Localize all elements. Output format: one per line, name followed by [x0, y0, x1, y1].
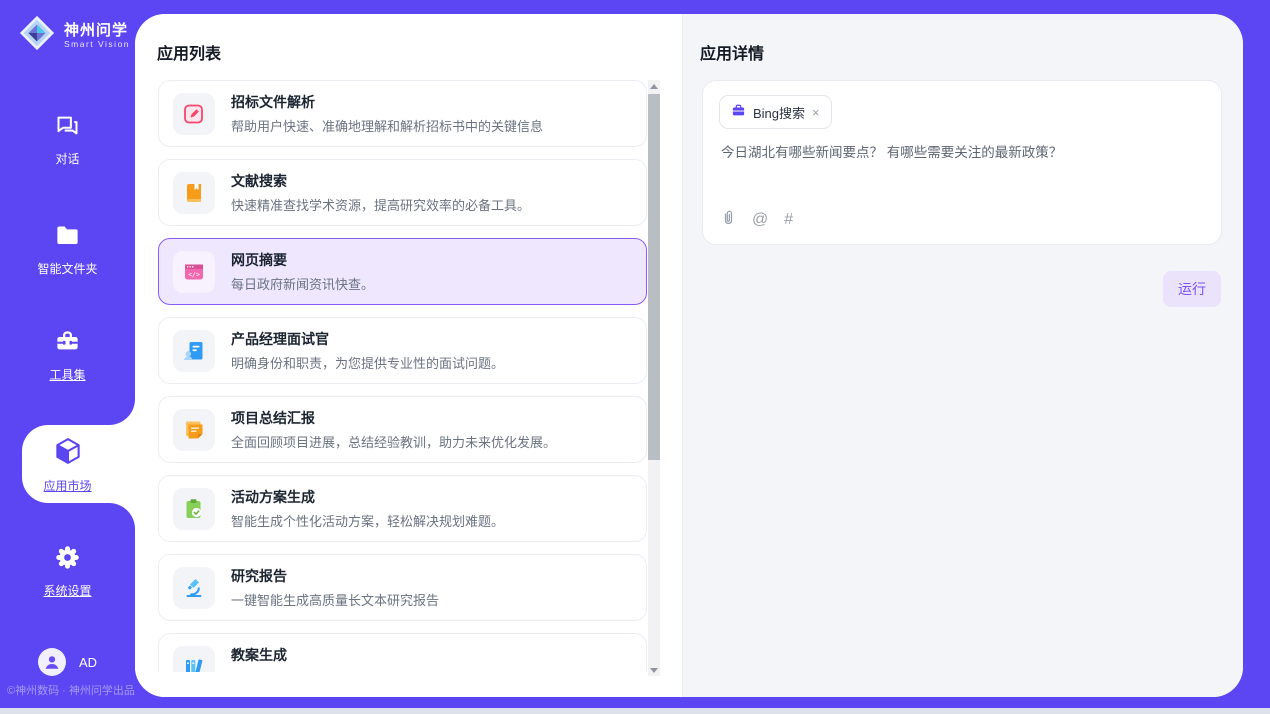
app-card-desc: 一键智能生成高质量长文本研究报告 — [231, 590, 439, 609]
logo-subtitle: Smart Vision — [64, 39, 130, 50]
app-logo: 神州问学 Smart Vision — [18, 14, 130, 57]
app-window: 神州问学 Smart Vision 对话 — [0, 0, 1270, 714]
toolbox-icon — [54, 328, 81, 360]
sidebar-item-toolset[interactable]: 工具集 — [0, 328, 135, 383]
logo-title: 神州问学 — [64, 22, 130, 39]
app-detail-title: 应用详情 — [700, 40, 764, 64]
app-list-panel: 应用列表 招标文件解析 帮助用户快速、准确地理解和解析招标书中的关键信息 — [135, 14, 683, 697]
attachment-icon[interactable] — [721, 209, 736, 231]
sidebar-item-label: 工具集 — [49, 366, 85, 383]
microscope-icon — [173, 567, 215, 609]
avatar-icon — [43, 653, 61, 671]
prompt-card: Bing搜索 × 今日湖北有哪些新闻要点？ 有哪些需要关注的最新政策？ @ # — [702, 80, 1222, 245]
sidebar-item-chat[interactable]: 对话 — [0, 112, 135, 167]
app-card-desc: 模板驱动，教案秒成，教学准备从此轻松快捷 — [231, 669, 491, 672]
app-list-title: 应用列表 — [157, 40, 221, 64]
mention-icon[interactable]: @ — [752, 211, 768, 229]
sidebar-item-label: 应用市场 — [43, 477, 91, 494]
sidebar: 神州问学 Smart Vision 对话 — [0, 0, 135, 714]
copyright-text: ©神州数码 · 神州问学出品 — [7, 682, 135, 698]
app-card-project-summary[interactable]: 项目总结汇报 全面回顾项目进展，总结经验教训，助力未来优化发展。 — [158, 396, 647, 463]
briefcase-icon — [731, 103, 746, 121]
scrollbar-up-arrow[interactable] — [648, 80, 660, 92]
app-card-literature-search[interactable]: 文献搜索 快速精准查找学术资源，提高研究效率的必备工具。 — [158, 159, 647, 226]
scrollbar-thumb[interactable] — [648, 94, 660, 460]
document-person-icon — [173, 330, 215, 372]
cube-icon — [53, 436, 83, 471]
app-card-title: 网页摘要 — [231, 250, 374, 270]
tool-chip-label: Bing搜索 — [753, 103, 805, 122]
gem-logo-icon — [18, 14, 56, 57]
user-name: AD — [79, 655, 97, 670]
app-card-desc: 全面回顾项目进展，总结经验教训，助力未来优化发展。 — [231, 432, 556, 451]
app-card-pm-interviewer[interactable]: 产品经理面试官 明确身份和职责，为您提供专业性的面试问题。 — [158, 317, 647, 384]
scrollbar-down-arrow[interactable] — [648, 664, 660, 676]
window-bottom-edge — [0, 708, 1270, 714]
app-card-desc: 明确身份和职责，为您提供专业性的面试问题。 — [231, 353, 504, 372]
gear-icon — [54, 544, 81, 576]
app-card-title: 研究报告 — [231, 566, 439, 586]
svg-text:</>: </> — [188, 270, 200, 278]
app-card-title: 活动方案生成 — [231, 487, 504, 507]
app-card-event-plan[interactable]: 活动方案生成 智能生成个性化活动方案，轻松解决规划难题。 — [158, 475, 647, 542]
browser-code-icon: </> — [173, 251, 215, 293]
app-card-desc: 智能生成个性化活动方案，轻松解决规划难题。 — [231, 511, 504, 530]
book-icon — [173, 172, 215, 214]
app-list-scrollbar[interactable] — [648, 80, 660, 676]
tool-chip-bing-search[interactable]: Bing搜索 × — [719, 95, 832, 129]
app-card-desc: 快速精准查找学术资源，提高研究效率的必备工具。 — [231, 195, 530, 214]
app-detail-panel: 应用详情 Bing搜索 × 今日湖北有哪些新闻要点？ 有哪些需要关注的最新政策？ — [683, 14, 1243, 697]
sidebar-item-app-market[interactable]: 应用市场 — [0, 436, 135, 494]
app-card-title: 文献搜索 — [231, 171, 530, 191]
hash-icon[interactable]: # — [784, 211, 793, 229]
app-card-research-report[interactable]: 研究报告 一键智能生成高质量长文本研究报告 — [158, 554, 647, 621]
query-text[interactable]: 今日湖北有哪些新闻要点？ 有哪些需要关注的最新政策？ — [721, 143, 1205, 162]
app-card-lesson-plan[interactable]: 教案生成 模板驱动，教案秒成，教学准备从此轻松快捷 — [158, 633, 647, 672]
sidebar-item-label: 系统设置 — [43, 582, 91, 599]
run-button[interactable]: 运行 — [1163, 271, 1221, 307]
sidebar-item-settings[interactable]: 系统设置 — [0, 544, 135, 599]
app-card-desc: 帮助用户快速、准确地理解和解析招标书中的关键信息 — [231, 116, 543, 135]
close-icon[interactable]: × — [812, 106, 820, 119]
app-card-title: 项目总结汇报 — [231, 408, 556, 428]
app-card-bid-document-parsing[interactable]: 招标文件解析 帮助用户快速、准确地理解和解析招标书中的关键信息 — [158, 80, 647, 147]
app-card-title: 招标文件解析 — [231, 92, 543, 112]
sidebar-item-label: 智能文件夹 — [37, 260, 97, 277]
app-card-title: 产品经理面试官 — [231, 329, 504, 349]
avatar — [38, 648, 66, 676]
app-card-web-summary[interactable]: </> 网页摘要 每日政府新闻资讯快查。 — [158, 238, 647, 305]
app-card-title: 教案生成 — [231, 645, 491, 665]
sidebar-item-label: 对话 — [55, 150, 79, 167]
edit-square-icon — [173, 93, 215, 135]
app-card-list: 招标文件解析 帮助用户快速、准确地理解和解析招标书中的关键信息 文献搜索 — [158, 80, 647, 672]
app-card-desc: 每日政府新闻资讯快查。 — [231, 274, 374, 293]
clipboard-check-icon — [173, 488, 215, 530]
books-icon — [173, 646, 215, 673]
folder-icon — [54, 222, 81, 254]
user-account[interactable]: AD — [0, 648, 135, 676]
composer-toolbar: @ # — [721, 209, 793, 231]
main-content: 应用列表 招标文件解析 帮助用户快速、准确地理解和解析招标书中的关键信息 — [135, 14, 1243, 697]
chat-icon — [54, 112, 81, 144]
sticky-note-icon — [173, 409, 215, 451]
sidebar-item-smart-folder[interactable]: 智能文件夹 — [0, 222, 135, 277]
